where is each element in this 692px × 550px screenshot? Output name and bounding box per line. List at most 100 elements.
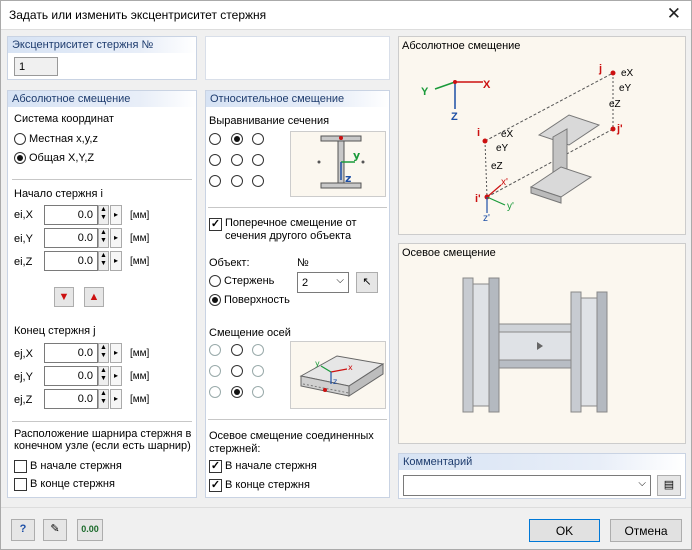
start-x-arrow-icon[interactable]: ▸ bbox=[110, 205, 122, 225]
start-y-label: ei,Y bbox=[14, 233, 33, 245]
end-z-arrow-icon[interactable]: ▸ bbox=[110, 389, 122, 409]
move-up-icon[interactable]: ▲ bbox=[84, 287, 104, 307]
help-icon[interactable]: ? bbox=[11, 519, 35, 541]
ey-label-i: eY bbox=[496, 143, 509, 154]
start-y-arrow-icon[interactable]: ▸ bbox=[110, 228, 122, 248]
section-align-label: Выравнивание сечения bbox=[209, 115, 330, 127]
axis-y-label: Y bbox=[421, 86, 429, 98]
member-radio[interactable] bbox=[209, 275, 221, 287]
dialog-window: Задать или изменить эксцентриситет стерж… bbox=[0, 0, 692, 550]
node-ip-label: i' bbox=[475, 193, 481, 205]
end-x-unit: [мм] bbox=[130, 348, 150, 359]
end-z-label: ej,Z bbox=[14, 394, 33, 406]
calculator-icon[interactable]: 0.00 bbox=[77, 519, 103, 541]
close-icon[interactable]: ✕ bbox=[667, 4, 681, 24]
align-radio-bl[interactable] bbox=[209, 175, 221, 187]
global-radio[interactable] bbox=[14, 152, 26, 164]
axis-radio-br[interactable] bbox=[252, 386, 264, 398]
axial-end-label: В конце стержня bbox=[225, 479, 310, 491]
object-number-select[interactable]: 2 ⌵ bbox=[297, 272, 349, 293]
end-x-arrow-icon[interactable]: ▸ bbox=[110, 343, 122, 363]
pick-object-icon[interactable]: ↖ bbox=[356, 272, 378, 293]
local-label: Местная x,y,z bbox=[29, 133, 98, 145]
start-x-spinner[interactable]: ▲ ▼ bbox=[98, 205, 109, 225]
align-radio-mr[interactable] bbox=[252, 154, 264, 166]
number-label: № bbox=[297, 257, 309, 269]
window-title: Задать или изменить эксцентриситет стерж… bbox=[9, 8, 267, 22]
xp-label: x' bbox=[501, 177, 508, 188]
end-y-arrow-icon[interactable]: ▸ bbox=[110, 366, 122, 386]
axis-radio-tl[interactable] bbox=[209, 344, 221, 356]
align-radio-bc[interactable] bbox=[231, 175, 243, 187]
chevron-down-icon: ⌵ bbox=[638, 478, 646, 489]
edit-icon[interactable]: ✎ bbox=[43, 519, 67, 541]
end-y-label: ej,Y bbox=[14, 371, 33, 383]
start-z-arrow-icon[interactable]: ▸ bbox=[110, 251, 122, 271]
comment-input[interactable]: ⌵ bbox=[403, 475, 651, 496]
end-y-input[interactable]: 0.0 bbox=[44, 366, 98, 386]
end-x-input[interactable]: 0.0 bbox=[44, 343, 98, 363]
end-y-spinner[interactable]: ▲ ▼ bbox=[98, 366, 109, 386]
end-y-unit: [мм] bbox=[130, 371, 150, 382]
ecc-number-field[interactable]: 1 bbox=[14, 57, 58, 76]
ex-label-i: eX bbox=[501, 129, 514, 140]
axis-radio-bc[interactable] bbox=[231, 386, 243, 398]
axis-radio-mc[interactable] bbox=[231, 365, 243, 377]
start-z-spinner[interactable]: ▲ ▼ bbox=[98, 251, 109, 271]
move-down-icon[interactable]: ▼ bbox=[54, 287, 74, 307]
comment-library-icon[interactable]: ▤ bbox=[657, 475, 681, 496]
align-radio-tl[interactable] bbox=[209, 133, 221, 145]
axial-connected-label: Осевое смещение соединенных стержней: bbox=[209, 430, 374, 455]
node-j-label: j bbox=[599, 63, 603, 75]
ex-label-j: eX bbox=[621, 68, 634, 79]
surface-label: Поверхность bbox=[224, 294, 290, 306]
node-jp-label: j' bbox=[617, 123, 623, 135]
axis-offset-label: Смещение осей bbox=[209, 327, 291, 339]
start-z-input[interactable]: 0.0 bbox=[44, 251, 98, 271]
axial-offset-diagram: Осевое смещение bbox=[398, 243, 686, 444]
absolute-offset-panel: Абсолютное смещение Система координат Ме… bbox=[7, 90, 197, 498]
align-radio-ml[interactable] bbox=[209, 154, 221, 166]
ecc-number-header: Эксцентриситет стержня № bbox=[8, 37, 196, 53]
start-x-input[interactable]: 0.0 bbox=[44, 205, 98, 225]
ok-button[interactable]: OK bbox=[529, 519, 600, 542]
axial-start-checkbox[interactable]: ✓ bbox=[209, 460, 222, 473]
ez-label-i: eZ bbox=[491, 161, 503, 172]
start-z-unit: [мм] bbox=[130, 256, 150, 267]
ez-label-j: eZ bbox=[609, 99, 621, 110]
svg-text:y: y bbox=[315, 359, 320, 368]
absolute-offset-header: Абсолютное смещение bbox=[8, 91, 196, 107]
axial-end-checkbox[interactable]: ✓ bbox=[209, 479, 222, 492]
align-radio-tc[interactable] bbox=[231, 133, 243, 145]
end-z-input[interactable]: 0.0 bbox=[44, 389, 98, 409]
start-x-unit: [мм] bbox=[130, 210, 150, 221]
align-radio-tr[interactable] bbox=[252, 133, 264, 145]
surface-radio[interactable] bbox=[209, 294, 221, 306]
start-y-input[interactable]: 0.0 bbox=[44, 228, 98, 248]
local-radio[interactable] bbox=[14, 133, 26, 145]
axis-radio-bl[interactable] bbox=[209, 386, 221, 398]
axis-radio-tc[interactable] bbox=[231, 344, 243, 356]
cross-offset-checkbox[interactable]: ✓ bbox=[209, 218, 222, 231]
hinge-end-label: В конце стержня bbox=[30, 478, 115, 490]
end-x-spinner[interactable]: ▲ ▼ bbox=[98, 343, 109, 363]
align-radio-mc[interactable] bbox=[231, 154, 243, 166]
axis-radio-tr[interactable] bbox=[252, 344, 264, 356]
divider bbox=[208, 419, 387, 420]
end-z-spinner[interactable]: ▲ ▼ bbox=[98, 389, 109, 409]
member-label: Стержень bbox=[224, 275, 275, 287]
svg-text:x: x bbox=[348, 363, 353, 372]
svg-text:z: z bbox=[345, 172, 351, 185]
node-i-label: i bbox=[477, 127, 481, 139]
hinge-start-checkbox[interactable] bbox=[14, 460, 27, 473]
align-radio-br[interactable] bbox=[252, 175, 264, 187]
axis-radio-mr[interactable] bbox=[252, 365, 264, 377]
start-x-label: ei,X bbox=[14, 209, 33, 221]
hinge-start-label: В начале стержня bbox=[30, 460, 122, 472]
start-y-spinner[interactable]: ▲ ▼ bbox=[98, 228, 109, 248]
divider bbox=[12, 179, 192, 180]
cancel-button[interactable]: Отмена bbox=[610, 519, 682, 542]
hinge-end-checkbox[interactable] bbox=[14, 478, 27, 491]
relative-offset-panel: Относительное смещение Выравнивание сече… bbox=[205, 90, 390, 498]
axis-radio-ml[interactable] bbox=[209, 365, 221, 377]
